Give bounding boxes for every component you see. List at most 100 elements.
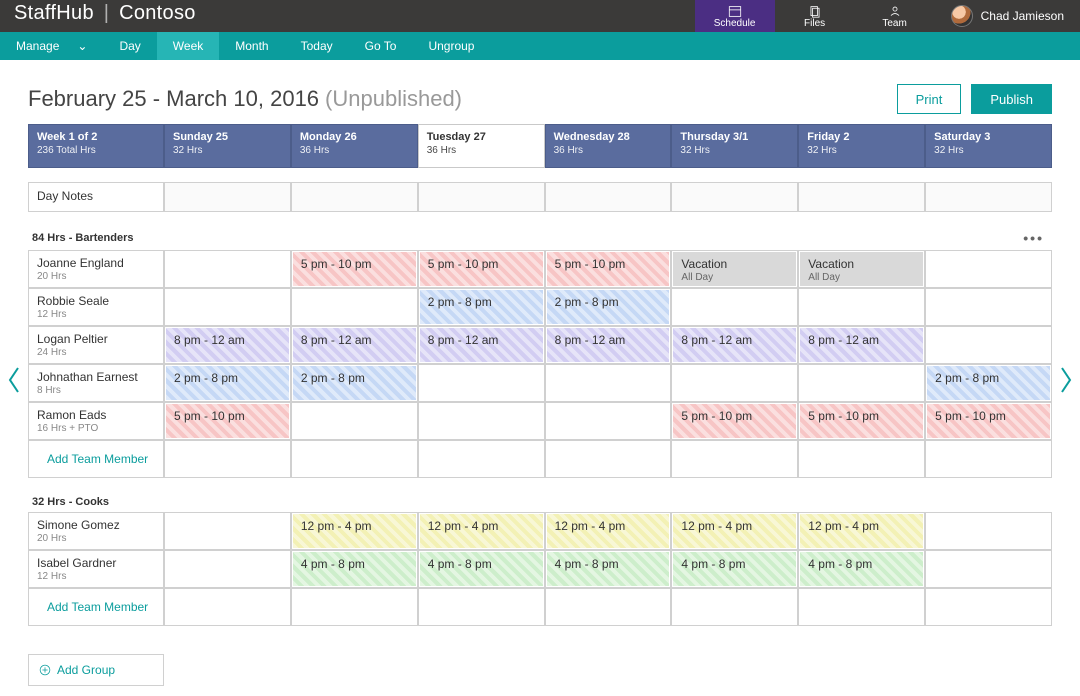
shift-cell[interactable]: 5 pm - 10 pm	[291, 250, 418, 288]
shift-cell[interactable]: 12 pm - 4 pm	[545, 512, 672, 550]
shift-block[interactable]: 12 pm - 4 pm	[293, 514, 416, 548]
employee-cell[interactable]: Logan Peltier24 Hrs	[28, 326, 164, 364]
day-note-cell[interactable]	[798, 182, 925, 212]
add-member-button[interactable]: Add Team Member	[28, 588, 164, 626]
add-group-button[interactable]: Add Group	[28, 654, 164, 686]
shift-cell[interactable]: 5 pm - 10 pm	[671, 402, 798, 440]
menu-month[interactable]: Month	[219, 32, 284, 60]
add-member-button[interactable]: Add Team Member	[28, 440, 164, 478]
shift-cell[interactable]: 12 pm - 4 pm	[671, 512, 798, 550]
empty-cell[interactable]	[164, 588, 291, 626]
shift-cell[interactable]: 8 pm - 12 am	[418, 326, 545, 364]
shift-block[interactable]: 12 pm - 4 pm	[673, 514, 796, 548]
employee-cell[interactable]: Joanne England20 Hrs	[28, 250, 164, 288]
header-day-2[interactable]: Tuesday 2736 Hrs	[418, 124, 545, 168]
user-box[interactable]: Chad Jamieson	[935, 0, 1080, 32]
day-note-cell[interactable]	[164, 182, 291, 212]
shift-block[interactable]: 12 pm - 4 pm	[547, 514, 670, 548]
employee-cell[interactable]: Simone Gomez20 Hrs	[28, 512, 164, 550]
shift-cell[interactable]: 5 pm - 10 pm	[925, 402, 1052, 440]
day-note-cell[interactable]	[291, 182, 418, 212]
shift-cell[interactable]: 8 pm - 12 am	[798, 326, 925, 364]
publish-button[interactable]: Publish	[971, 84, 1052, 114]
shift-block[interactable]: 2 pm - 8 pm	[420, 290, 543, 324]
shift-cell[interactable]: 12 pm - 4 pm	[291, 512, 418, 550]
header-day-1[interactable]: Monday 2636 Hrs	[291, 124, 418, 168]
shift-cell[interactable]: 2 pm - 8 pm	[545, 288, 672, 326]
shift-cell[interactable]	[545, 364, 672, 402]
shift-block[interactable]: 5 pm - 10 pm	[927, 404, 1050, 438]
shift-block[interactable]: 5 pm - 10 pm	[166, 404, 289, 438]
shift-cell[interactable]	[925, 288, 1052, 326]
empty-cell[interactable]	[164, 440, 291, 478]
empty-cell[interactable]	[545, 440, 672, 478]
shift-block[interactable]: 8 pm - 12 am	[800, 328, 923, 362]
header-day-3[interactable]: Wednesday 2836 Hrs	[545, 124, 672, 168]
menu-manage[interactable]: Manage ⌄	[0, 32, 103, 60]
employee-cell[interactable]: Robbie Seale12 Hrs	[28, 288, 164, 326]
shift-block[interactable]: 8 pm - 12 am	[547, 328, 670, 362]
shift-cell[interactable]	[798, 288, 925, 326]
shift-cell[interactable]	[798, 364, 925, 402]
shift-cell[interactable]	[418, 364, 545, 402]
shift-cell[interactable]	[291, 402, 418, 440]
shift-block[interactable]: VacationAll Day	[673, 252, 796, 286]
employee-cell[interactable]: Ramon Eads16 Hrs + PTO	[28, 402, 164, 440]
empty-cell[interactable]	[545, 588, 672, 626]
shift-cell[interactable]	[671, 288, 798, 326]
shift-block[interactable]: 5 pm - 10 pm	[420, 252, 543, 286]
employee-cell[interactable]: Isabel Gardner12 Hrs	[28, 550, 164, 588]
header-day-5[interactable]: Friday 232 Hrs	[798, 124, 925, 168]
print-button[interactable]: Print	[897, 84, 962, 114]
shift-cell[interactable]: 5 pm - 10 pm	[545, 250, 672, 288]
empty-cell[interactable]	[418, 588, 545, 626]
shift-cell[interactable]: 12 pm - 4 pm	[418, 512, 545, 550]
shift-cell[interactable]: 5 pm - 10 pm	[798, 402, 925, 440]
shift-block[interactable]: 12 pm - 4 pm	[800, 514, 923, 548]
empty-cell[interactable]	[418, 440, 545, 478]
empty-cell[interactable]	[671, 588, 798, 626]
shift-cell[interactable]: 5 pm - 10 pm	[164, 402, 291, 440]
nav-schedule[interactable]: Schedule	[695, 0, 775, 32]
shift-cell[interactable]: 4 pm - 8 pm	[418, 550, 545, 588]
shift-block[interactable]: 8 pm - 12 am	[293, 328, 416, 362]
shift-cell[interactable]: VacationAll Day	[671, 250, 798, 288]
header-day-4[interactable]: Thursday 3/132 Hrs	[671, 124, 798, 168]
day-note-cell[interactable]	[925, 182, 1052, 212]
shift-cell[interactable]: 4 pm - 8 pm	[798, 550, 925, 588]
shift-cell[interactable]: 2 pm - 8 pm	[418, 288, 545, 326]
header-day-6[interactable]: Saturday 332 Hrs	[925, 124, 1052, 168]
shift-block[interactable]: 4 pm - 8 pm	[800, 552, 923, 586]
shift-block[interactable]: 2 pm - 8 pm	[293, 366, 416, 400]
shift-block[interactable]: 2 pm - 8 pm	[927, 366, 1050, 400]
shift-cell[interactable]: 4 pm - 8 pm	[545, 550, 672, 588]
shift-cell[interactable]	[545, 402, 672, 440]
shift-cell[interactable]: 4 pm - 8 pm	[671, 550, 798, 588]
shift-cell[interactable]: 2 pm - 8 pm	[925, 364, 1052, 402]
shift-block[interactable]: 2 pm - 8 pm	[547, 290, 670, 324]
shift-cell[interactable]: 8 pm - 12 am	[164, 326, 291, 364]
menu-week[interactable]: Week	[157, 32, 219, 60]
shift-block[interactable]: 5 pm - 10 pm	[293, 252, 416, 286]
shift-block[interactable]: 2 pm - 8 pm	[166, 366, 289, 400]
shift-cell[interactable]	[164, 288, 291, 326]
shift-block[interactable]: 4 pm - 8 pm	[420, 552, 543, 586]
shift-block[interactable]: 5 pm - 10 pm	[800, 404, 923, 438]
shift-cell[interactable]: 4 pm - 8 pm	[291, 550, 418, 588]
shift-cell[interactable]: 8 pm - 12 am	[671, 326, 798, 364]
shift-block[interactable]: VacationAll Day	[800, 252, 923, 286]
menu-goto[interactable]: Go To	[349, 32, 413, 60]
prev-week-button[interactable]	[2, 360, 26, 400]
shift-cell[interactable]: 2 pm - 8 pm	[164, 364, 291, 402]
day-note-cell[interactable]	[418, 182, 545, 212]
shift-cell[interactable]: VacationAll Day	[798, 250, 925, 288]
shift-block[interactable]: 8 pm - 12 am	[673, 328, 796, 362]
nav-team[interactable]: Team	[855, 0, 935, 32]
empty-cell[interactable]	[671, 440, 798, 478]
employee-cell[interactable]: Johnathan Earnest8 Hrs	[28, 364, 164, 402]
shift-cell[interactable]	[164, 512, 291, 550]
group-more-button[interactable]: •••	[1023, 230, 1044, 246]
next-week-button[interactable]	[1054, 360, 1078, 400]
shift-block[interactable]: 5 pm - 10 pm	[547, 252, 670, 286]
shift-block[interactable]: 8 pm - 12 am	[420, 328, 543, 362]
